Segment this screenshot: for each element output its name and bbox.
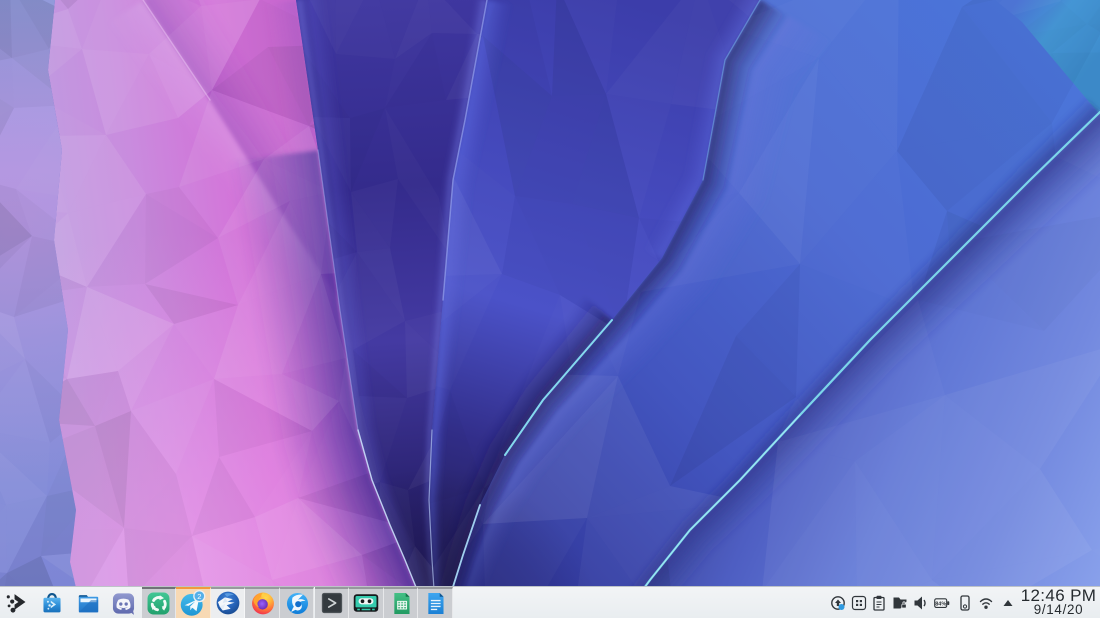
svg-text:84%: 84%: [935, 601, 946, 607]
svg-text:2: 2: [198, 592, 202, 601]
